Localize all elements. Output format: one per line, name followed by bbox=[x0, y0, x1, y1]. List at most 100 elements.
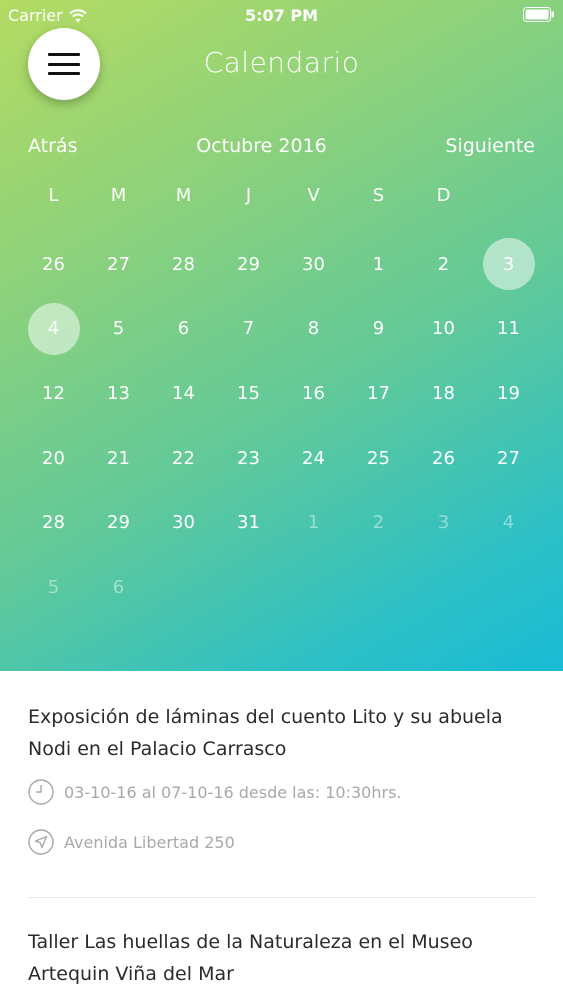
calendar-day[interactable]: 30 bbox=[281, 232, 346, 297]
calendar-day[interactable]: 26 bbox=[21, 232, 86, 297]
calendar-day[interactable]: 28 bbox=[151, 232, 216, 297]
battery-icon bbox=[523, 7, 554, 22]
event-schedule: 03-10-16 al 07-10-16 desde las: 10:30hrs… bbox=[28, 779, 535, 805]
calendar-day[interactable]: 31 bbox=[216, 490, 281, 555]
calendar-day[interactable]: 10 bbox=[411, 297, 476, 362]
calendar-day[interactable]: 5 bbox=[86, 297, 151, 362]
event-item[interactable]: Taller Las huellas de la Naturaleza en e… bbox=[0, 898, 563, 990]
calendar-day-number: 27 bbox=[497, 447, 520, 469]
event-location-text: Avenida Libertad 250 bbox=[64, 832, 235, 852]
calendar-day-number: 15 bbox=[237, 382, 260, 404]
next-month-button[interactable]: Siguiente bbox=[445, 135, 535, 157]
calendar-day[interactable]: 29 bbox=[86, 490, 151, 555]
event-title: Exposición de láminas del cuento Lito y … bbox=[28, 706, 503, 760]
weekday-label: M bbox=[175, 185, 192, 206]
calendar-day-number: 2 bbox=[372, 512, 385, 534]
weekday-label: S bbox=[372, 185, 385, 206]
calendar-day-number: 31 bbox=[237, 512, 260, 534]
calendar-day[interactable]: 21 bbox=[86, 426, 151, 491]
calendar-day-number: 29 bbox=[107, 512, 130, 534]
weekday-label: V bbox=[307, 185, 320, 206]
calendar-day[interactable]: 27 bbox=[86, 232, 151, 297]
calendar-day-number: 4 bbox=[27, 302, 80, 355]
calendar-day[interactable]: 27 bbox=[476, 426, 541, 491]
calendar-day-number: 4 bbox=[502, 512, 515, 534]
calendar-day-other-month[interactable]: 4 bbox=[476, 490, 541, 555]
calendar-day[interactable]: 9 bbox=[346, 297, 411, 362]
calendar-day[interactable]: 18 bbox=[411, 361, 476, 426]
calendar-day-number: 17 bbox=[367, 382, 390, 404]
calendar-day-selected[interactable]: 3 bbox=[476, 232, 541, 297]
calendar-day[interactable]: 17 bbox=[346, 361, 411, 426]
calendar-day[interactable]: 26 bbox=[411, 426, 476, 491]
calendar-day-other-month[interactable]: 5 bbox=[21, 555, 86, 620]
weekday-label: J bbox=[245, 185, 252, 206]
calendar-day-number: 30 bbox=[172, 512, 195, 534]
events-list: Exposición de láminas del cuento Lito y … bbox=[0, 671, 563, 1000]
calendar-day-number: 19 bbox=[497, 382, 520, 404]
calendar-day-number: 27 bbox=[107, 253, 130, 275]
weekday-label: M bbox=[110, 185, 127, 206]
calendar-day-number: 25 bbox=[367, 447, 390, 469]
calendar-day[interactable]: 11 bbox=[476, 297, 541, 362]
calendar-day-other-month[interactable]: 3 bbox=[411, 490, 476, 555]
weekday-label: L bbox=[48, 185, 59, 206]
calendar-day[interactable]: 23 bbox=[216, 426, 281, 491]
calendar-day[interactable]: 8 bbox=[281, 297, 346, 362]
calendar-day[interactable]: 24 bbox=[281, 426, 346, 491]
calendar-day-number: 12 bbox=[42, 382, 65, 404]
calendar-day[interactable]: 1 bbox=[346, 232, 411, 297]
calendar-day[interactable]: 29 bbox=[216, 232, 281, 297]
calendar-day-number: 5 bbox=[112, 318, 125, 340]
calendar-day-number: 29 bbox=[237, 253, 260, 275]
calendar-day-other-month[interactable]: 1 bbox=[281, 490, 346, 555]
calendar-day-number: 6 bbox=[112, 576, 125, 598]
calendar-day-number: 3 bbox=[437, 512, 450, 534]
calendar-day-selected[interactable]: 4 bbox=[21, 297, 86, 362]
calendar-day-number: 13 bbox=[107, 382, 130, 404]
calendar-day[interactable]: 19 bbox=[476, 361, 541, 426]
event-item[interactable]: Exposición de láminas del cuento Lito y … bbox=[0, 671, 563, 855]
calendar-day[interactable]: 25 bbox=[346, 426, 411, 491]
calendar-day-number: 28 bbox=[172, 253, 195, 275]
calendar-day-number: 16 bbox=[302, 382, 325, 404]
calendar-day-number: 21 bbox=[107, 447, 130, 469]
calendar-day[interactable]: 20 bbox=[21, 426, 86, 491]
calendar-day-number: 14 bbox=[172, 382, 195, 404]
calendar-day-number: 22 bbox=[172, 447, 195, 469]
calendar-day-other-month[interactable]: 6 bbox=[86, 555, 151, 620]
location-arrow-icon bbox=[28, 829, 54, 855]
calendar-day-number: 28 bbox=[42, 512, 65, 534]
calendar-day[interactable]: 2 bbox=[411, 232, 476, 297]
calendar-day-other-month[interactable]: 2 bbox=[346, 490, 411, 555]
event-title: Taller Las huellas de la Naturaleza en e… bbox=[28, 931, 473, 985]
calendar-day-number: 26 bbox=[42, 253, 65, 275]
weekday-label: D bbox=[436, 185, 451, 206]
calendar-header: Carrier 5:07 PM Calendario Atrás Octubre… bbox=[0, 0, 563, 671]
calendar-day-number: 9 bbox=[372, 318, 385, 340]
calendar-day[interactable]: 12 bbox=[21, 361, 86, 426]
calendar-day[interactable]: 15 bbox=[216, 361, 281, 426]
calendar-day[interactable]: 28 bbox=[21, 490, 86, 555]
calendar-day[interactable]: 13 bbox=[86, 361, 151, 426]
calendar-day-number: 26 bbox=[432, 447, 455, 469]
clock-icon bbox=[28, 779, 54, 805]
calendar-day-number: 3 bbox=[482, 238, 535, 291]
calendar-day[interactable]: 7 bbox=[216, 297, 281, 362]
calendar-day-number: 1 bbox=[372, 253, 385, 275]
status-time: 5:07 PM bbox=[244, 6, 318, 25]
calendar-day-number: 8 bbox=[307, 318, 320, 340]
calendar-day[interactable]: 16 bbox=[281, 361, 346, 426]
calendar-day[interactable]: 22 bbox=[151, 426, 216, 491]
calendar-day-number: 23 bbox=[237, 447, 260, 469]
calendar-day-number: 7 bbox=[242, 318, 255, 340]
status-bar: Carrier 5:07 PM bbox=[0, 0, 563, 30]
calendar-day-number: 1 bbox=[307, 512, 320, 534]
calendar-day-number: 20 bbox=[42, 447, 65, 469]
calendar-day[interactable]: 6 bbox=[151, 297, 216, 362]
calendar-day[interactable]: 14 bbox=[151, 361, 216, 426]
calendar-day-number: 11 bbox=[497, 318, 520, 340]
calendar-day-number: 18 bbox=[432, 382, 455, 404]
calendar-day[interactable]: 30 bbox=[151, 490, 216, 555]
calendar-day-number: 30 bbox=[302, 253, 325, 275]
